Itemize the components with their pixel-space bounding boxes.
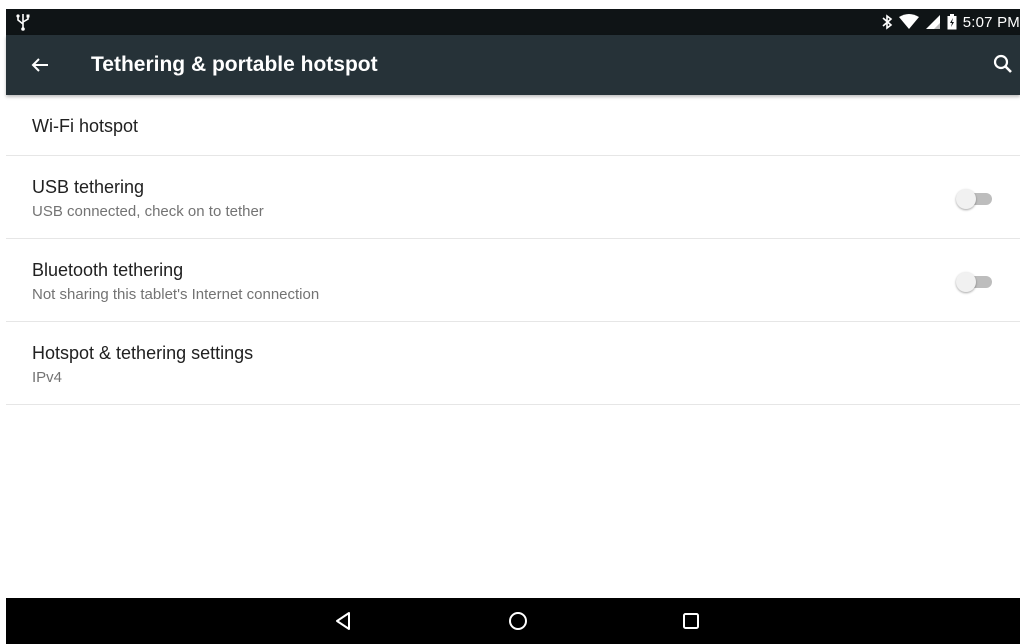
list-item-usb-tethering[interactable]: USB tethering USB connected, check on to… [6, 156, 1020, 239]
item-title: Hotspot & tethering settings [32, 343, 254, 363]
item-title: USB tethering [32, 177, 145, 197]
usb-tethering-toggle[interactable] [956, 189, 994, 209]
usb-icon [16, 13, 30, 31]
item-subtitle: IPv4 [32, 369, 63, 386]
navigation-bar [6, 598, 1020, 644]
page-title: Tethering & portable hotspot [91, 53, 378, 76]
recents-square-icon[interactable] [679, 609, 703, 633]
app-bar: Tethering & portable hotspot [6, 35, 1020, 95]
list-item-bluetooth-tethering[interactable]: Bluetooth tethering Not sharing this tab… [6, 239, 1020, 322]
status-bar: 5:07 PM [6, 9, 1020, 35]
bluetooth-tethering-toggle[interactable] [956, 272, 994, 292]
item-title: Bluetooth tethering [32, 260, 184, 280]
item-title: Wi-Fi hotspot [32, 116, 139, 136]
search-icon[interactable] [992, 53, 1014, 75]
item-subtitle: Not sharing this tablet's Internet conne… [32, 286, 320, 303]
battery-icon [947, 14, 957, 30]
home-circle-icon[interactable] [506, 609, 530, 633]
back-triangle-icon[interactable] [332, 609, 356, 633]
item-subtitle: USB connected, check on to tether [32, 203, 264, 220]
settings-list: Wi-Fi hotspot USB tethering USB connecte… [6, 95, 1020, 405]
status-icons: 5:07 PM [881, 9, 1020, 35]
list-item-wifi-hotspot[interactable]: Wi-Fi hotspot [6, 95, 1020, 156]
toggle-thumb [956, 272, 976, 292]
screen: 5:07 PM Tethering & portable hotspot Wi-… [6, 9, 1020, 644]
cellular-signal-icon [925, 14, 941, 30]
toggle-thumb [956, 189, 976, 209]
status-time: 5:07 PM [962, 13, 1020, 31]
wifi-icon [898, 14, 919, 30]
list-item-hotspot-settings[interactable]: Hotspot & tethering settings IPv4 [6, 322, 1020, 405]
arrow-back-icon[interactable] [28, 53, 52, 77]
bluetooth-icon [881, 14, 893, 30]
